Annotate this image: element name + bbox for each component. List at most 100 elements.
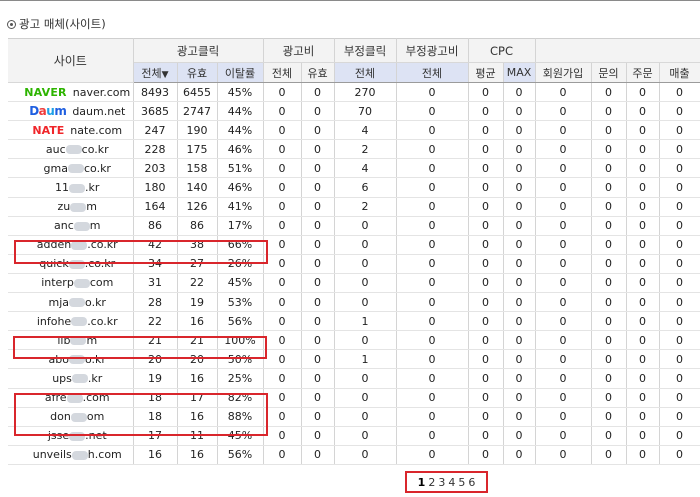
- table-cell: 0: [535, 158, 592, 179]
- table-cell: 0: [301, 311, 335, 332]
- site-name: afre .com: [45, 391, 110, 404]
- table-row: 11 .kr 180 140 46% 0 0 6 0 0 0 0 0 0 0: [8, 177, 700, 198]
- site-cell[interactable]: afre .com: [8, 388, 134, 408]
- site-cell[interactable]: 11 .kr: [8, 177, 134, 198]
- site-cell[interactable]: gma co.kr: [8, 158, 134, 179]
- col-bounce-rate[interactable]: 이탈률: [217, 62, 264, 83]
- site-name: quick .co.kr: [39, 257, 115, 270]
- table-cell: 46%: [217, 139, 264, 160]
- table-cell: 0: [263, 216, 302, 236]
- group-ad-clicks: 광고클릭: [133, 38, 264, 63]
- site-cell[interactable]: unveils h.com: [8, 445, 134, 465]
- page-link-4[interactable]: 4: [448, 476, 455, 489]
- table-cell: 0: [591, 197, 627, 217]
- site-name-prefix: unveils: [32, 448, 72, 462]
- col-cpc-avg[interactable]: 평균: [468, 62, 504, 83]
- redacted-blur: [67, 164, 84, 174]
- table-cell: 1: [334, 349, 397, 370]
- top-divider: [0, 0, 700, 5]
- site-cell[interactable]: NATE nate.com: [8, 120, 134, 141]
- col-inquiry[interactable]: 문의: [591, 62, 627, 83]
- table-cell: 0: [591, 330, 627, 351]
- site-cell[interactable]: adden .co.kr: [8, 235, 134, 255]
- table-cell: 82%: [217, 388, 264, 408]
- table-cell: 0: [535, 407, 592, 427]
- site-cell[interactable]: ups .kr: [8, 368, 134, 389]
- redacted-blur: [71, 240, 88, 250]
- site-cell[interactable]: anc m: [8, 216, 134, 236]
- table-row: interp com 31 22 45% 0 0 0 0 0 0 0 0 0 0: [8, 273, 700, 294]
- site-name-suffix: .co.kr: [87, 314, 118, 328]
- site-cell[interactable]: quick .co.kr: [8, 254, 134, 274]
- table-cell: 0: [503, 82, 536, 103]
- sort-desc-icon[interactable]: ▼: [162, 70, 169, 80]
- table-cell: 0: [503, 216, 536, 236]
- site-cell[interactable]: don om: [8, 407, 134, 427]
- site-cell[interactable]: auc co.kr: [8, 139, 134, 160]
- col-fraud-cost-total[interactable]: 전체: [396, 62, 469, 83]
- site-cell[interactable]: abo o.kr: [8, 349, 134, 370]
- col-sales[interactable]: 매출: [659, 62, 700, 83]
- col-order[interactable]: 주문: [626, 62, 660, 83]
- table-cell: 158: [177, 158, 218, 179]
- table-cell: 0: [626, 120, 660, 141]
- table-cell: 2: [334, 139, 397, 160]
- col-site-header[interactable]: 사이트: [8, 38, 134, 83]
- site-cell[interactable]: mja o.kr: [8, 292, 134, 313]
- table-cell: 0: [263, 273, 302, 294]
- page-link-5[interactable]: 5: [458, 476, 465, 489]
- page-link-3[interactable]: 3: [438, 476, 445, 489]
- page-link-2[interactable]: 2: [428, 476, 435, 489]
- redacted-blur: [66, 393, 83, 403]
- col-clicks-total[interactable]: 전체▼: [133, 62, 178, 83]
- table-cell: 0: [535, 197, 592, 217]
- site-cell-content: don om: [22, 410, 132, 423]
- site-cell-content: Daum daum.net: [22, 104, 132, 118]
- table-cell: 0: [535, 349, 592, 370]
- col-fraud-clicks-total[interactable]: 전체: [334, 62, 397, 83]
- table-cell: 21: [177, 330, 218, 351]
- page-link-6[interactable]: 6: [468, 476, 475, 489]
- site-name-suffix: h.com: [87, 448, 122, 462]
- site-cell[interactable]: jsse .net: [8, 426, 134, 446]
- table-cell: 126: [177, 197, 218, 217]
- site-cell[interactable]: ilb m: [8, 330, 134, 351]
- site-cell[interactable]: zu m: [8, 197, 134, 217]
- table-cell: 0: [396, 292, 469, 313]
- page-link-1[interactable]: 1: [418, 476, 426, 489]
- site-cell[interactable]: interp com: [8, 273, 134, 294]
- redacted-blur: [69, 431, 86, 441]
- site-cell[interactable]: NAVER naver.com: [8, 82, 134, 103]
- table-row: don om 18 16 88% 0 0 0 0 0 0 0 0 0 0: [8, 407, 700, 427]
- table-cell: 6: [334, 177, 397, 198]
- table-cell: 34: [133, 254, 178, 274]
- table-cell: 0: [334, 407, 397, 427]
- table-cell: 0: [535, 101, 592, 122]
- site-cell[interactable]: Daum daum.net: [8, 101, 134, 122]
- col-clicks-valid[interactable]: 유효: [177, 62, 218, 83]
- group-fraud-clicks: 부정클릭: [334, 38, 397, 63]
- site-name: nate.com: [70, 123, 123, 137]
- table-cell: 0: [263, 101, 302, 122]
- site-name-suffix: m: [86, 333, 98, 347]
- site-cell[interactable]: infohe .co.kr: [8, 311, 134, 332]
- table-cell: 0: [626, 197, 660, 217]
- col-cost-total[interactable]: 전체: [263, 62, 302, 83]
- table-cell: 0: [396, 82, 469, 103]
- col-cpc-max[interactable]: MAX: [503, 62, 536, 83]
- col-signup[interactable]: 회원가입: [535, 62, 592, 83]
- table-cell: 0: [659, 254, 700, 274]
- site-name: auc co.kr: [46, 143, 109, 156]
- table-cell: 0: [396, 120, 469, 141]
- table-cell: 70: [334, 101, 397, 122]
- site-name: ups .kr: [52, 372, 102, 385]
- site-cell-content: adden .co.kr: [22, 238, 132, 251]
- table-cell: 0: [535, 177, 592, 198]
- col-cost-valid[interactable]: 유효: [301, 62, 335, 83]
- table-cell: 0: [301, 235, 335, 255]
- table-cell: 45%: [217, 273, 264, 294]
- table-cell: 0: [301, 388, 335, 408]
- table-cell: 0: [396, 368, 469, 389]
- table-row: afre .com 18 17 82% 0 0 0 0 0 0 0 0 0 0: [8, 388, 700, 408]
- site-cell-content: gma co.kr: [22, 162, 132, 175]
